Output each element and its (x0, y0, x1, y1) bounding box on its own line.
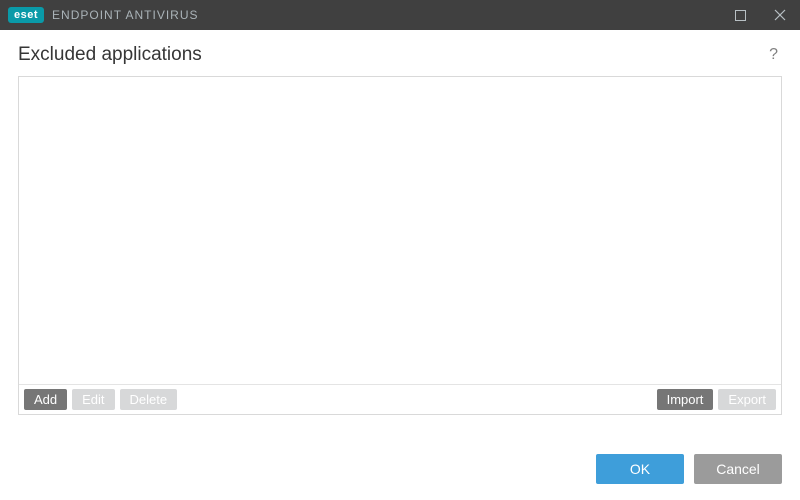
footer: OK Cancel (0, 440, 800, 500)
cancel-button[interactable]: Cancel (694, 454, 782, 484)
titlebar: eset ENDPOINT ANTIVIRUS (0, 0, 800, 30)
ok-button[interactable]: OK (596, 454, 684, 484)
exclusions-panel: Add Edit Delete Import Export (18, 76, 782, 415)
exclusions-list[interactable] (19, 77, 781, 384)
brand-badge: eset (8, 7, 44, 23)
import-button[interactable]: Import (657, 389, 714, 410)
add-button[interactable]: Add (24, 389, 67, 410)
edit-button: Edit (72, 389, 114, 410)
brand-text: ENDPOINT ANTIVIRUS (52, 8, 198, 22)
export-button: Export (718, 389, 776, 410)
help-icon[interactable]: ? (765, 44, 782, 66)
delete-button: Delete (120, 389, 178, 410)
content-area: Excluded applications ? Add Edit Delete … (0, 30, 800, 415)
header-row: Excluded applications ? (18, 44, 782, 66)
maximize-icon[interactable] (720, 0, 760, 30)
action-bar: Add Edit Delete Import Export (19, 384, 781, 414)
page-title: Excluded applications (18, 44, 202, 66)
close-icon[interactable] (760, 0, 800, 30)
